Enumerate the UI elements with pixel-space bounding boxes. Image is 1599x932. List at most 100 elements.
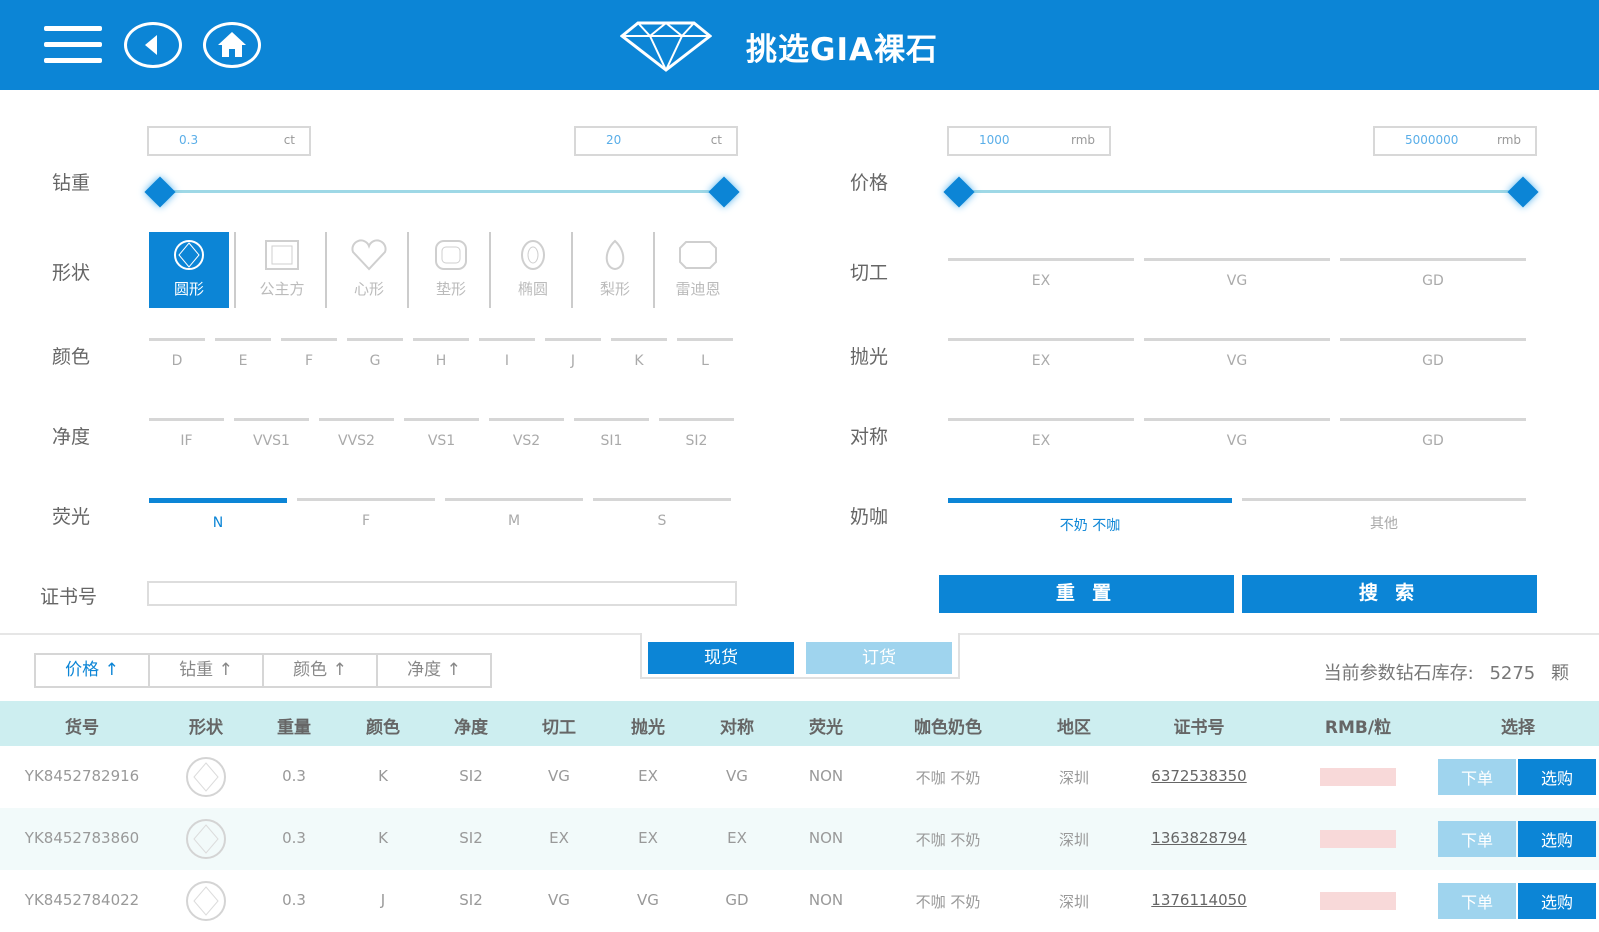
price-max-input[interactable]: 5000000 rmb [1373,126,1537,156]
fluor-option-1[interactable]: F [297,498,435,529]
shape-option-6[interactable]: 雷迪恩 [659,232,737,308]
price-min-input[interactable]: 1000 rmb [947,126,1111,156]
polish-option-0[interactable]: EX [948,338,1134,369]
order-button[interactable]: 下单 [1438,821,1516,857]
polish-label: 抛光 [850,346,889,368]
milky-option-1[interactable]: 其他 [1242,498,1526,533]
color-option-bar [413,338,469,341]
sort-button-1[interactable]: 钻重 ↑ [148,653,264,688]
fluor-option-3[interactable]: S [593,498,731,529]
color-option-2[interactable]: F [281,338,337,369]
milky-option-0[interactable]: 不奶 不咖 [948,498,1232,535]
clarity-option-4[interactable]: VS2 [489,418,564,449]
search-button[interactable]: 搜 索 [1242,575,1537,613]
color-option-6[interactable]: J [545,338,601,369]
color-option-bar [149,338,205,341]
shape-option-label: 圆形 [173,280,204,298]
sort-button-0[interactable]: 价格 ↑ [34,653,150,688]
color-option-7[interactable]: K [611,338,667,369]
table-cell: YK8452783860 [24,829,140,847]
table-cell: 深圳 [1058,769,1089,787]
table-cell: 深圳 [1058,831,1089,849]
color-option-0[interactable]: D [149,338,205,369]
table-cell: 不咖 不奶 [915,769,981,787]
table-cell: NON [808,767,844,785]
price-slider-max-handle[interactable] [1507,176,1539,208]
shape-option-0[interactable]: 圆形 [149,232,229,308]
shape-option-3[interactable]: 垫形 [413,232,489,308]
symmetry-option-label: EX [1031,433,1051,449]
back-button[interactable] [124,22,182,68]
cut-option-label: GD [1422,273,1444,289]
color-option-1[interactable]: E [215,338,271,369]
certificate-link[interactable]: 1363828794 [1129,829,1269,847]
stock-suffix: 颗 [1551,663,1569,684]
certificate-link[interactable]: 1376114050 [1129,891,1269,909]
clarity-option-1[interactable]: VVS1 [234,418,309,449]
fluor-option-0[interactable]: N [149,498,287,531]
clarity-option-label: SI1 [600,433,623,449]
hamburger-menu-icon[interactable] [44,26,102,64]
shape-option-label: 垫形 [435,280,466,298]
tab-spot[interactable]: 现货 [648,642,794,674]
shape-divider [325,232,327,308]
clarity-option-5[interactable]: SI1 [574,418,649,449]
princess-diamond-icon [265,240,299,270]
milky-option-label: 其他 [1370,516,1398,532]
color-option-8[interactable]: L [677,338,733,369]
sort-button-2[interactable]: 颜色 ↑ [262,653,378,688]
clarity-option-3[interactable]: VS1 [404,418,479,449]
color-option-5[interactable]: I [479,338,535,369]
tab-order[interactable]: 订货 [806,642,952,674]
stock-prefix: 当前参数钻石库存: [1323,663,1474,684]
symmetry-option-0[interactable]: EX [948,418,1134,449]
order-button[interactable]: 下单 [1438,759,1516,795]
carat-slider-track [160,190,724,193]
sort-button-3[interactable]: 净度 ↑ [376,653,492,688]
color-option-label: D [171,353,183,369]
table-row: YK8452782916 0.3 K SI2 VG EX VG NON 不咖 不奶 深圳 63725… [0,746,1599,808]
certificate-input[interactable] [147,581,737,606]
price-slider-min-handle[interactable] [943,176,975,208]
reset-button[interactable]: 重 置 [939,575,1234,613]
polish-option-1[interactable]: VG [1144,338,1330,369]
clarity-option-label: VVS2 [338,433,375,449]
color-option-4[interactable]: H [413,338,469,369]
fluor-option-bar [297,498,435,501]
table-cell: YK8452782916 [24,767,140,785]
polish-option-2[interactable]: GD [1340,338,1526,369]
certificate-link[interactable]: 6372538350 [1129,767,1269,785]
shape-divider [653,232,655,308]
color-option-3[interactable]: G [347,338,403,369]
milky-option-label: 不奶 不咖 [1059,518,1121,534]
symmetry-option-1[interactable]: VG [1144,418,1330,449]
shape-option-5[interactable]: 梨形 [577,232,653,308]
cut-option-1[interactable]: VG [1144,258,1330,289]
carat-min-unit: ct [283,133,295,147]
shape-divider [234,232,236,308]
shape-option-1[interactable]: 公主方 [240,232,324,308]
carat-slider-min-handle[interactable] [144,176,176,208]
price-slider-track [960,190,1524,193]
purchase-button[interactable]: 选购 [1518,759,1596,795]
carat-slider-max-handle[interactable] [708,176,740,208]
clarity-label: 净度 [52,426,91,448]
clarity-option-2[interactable]: VVS2 [319,418,394,449]
order-button[interactable]: 下单 [1438,883,1516,919]
clarity-option-6[interactable]: SI2 [659,418,734,449]
carat-max-input[interactable]: 20 ct [574,126,738,156]
carat-min-input[interactable]: 0.3 ct [147,126,311,156]
cut-option-0[interactable]: EX [948,258,1134,289]
clarity-option-0[interactable]: IF [149,418,224,449]
color-option-bar [545,338,601,341]
symmetry-option-2[interactable]: GD [1340,418,1526,449]
purchase-button[interactable]: 选购 [1518,821,1596,857]
table-cell: NON [808,891,844,909]
shape-option-2[interactable]: 心形 [331,232,407,308]
fluor-option-2[interactable]: M [445,498,583,529]
symmetry-option-bar [948,418,1134,421]
cut-option-2[interactable]: GD [1340,258,1526,289]
purchase-button[interactable]: 选购 [1518,883,1596,919]
shape-option-4[interactable]: 椭圆 [495,232,571,308]
home-button[interactable] [203,22,261,68]
